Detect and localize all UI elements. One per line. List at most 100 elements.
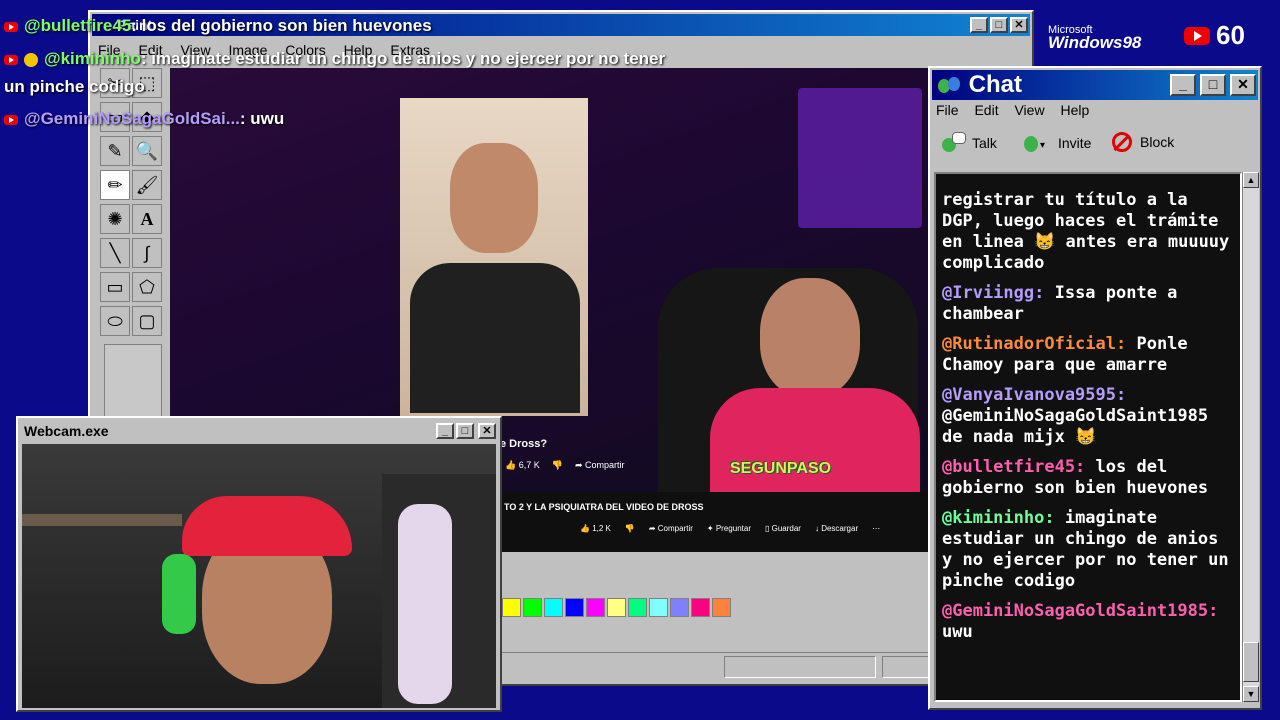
overlay-chat-line: @GeminiNoSagaGoldSai...: uwu (4, 109, 284, 129)
palette-swatch[interactable] (691, 598, 710, 617)
share-label-top: Compartir (585, 460, 625, 470)
palette-swatch[interactable] (628, 598, 647, 617)
talk-button[interactable]: Talk (940, 132, 997, 154)
line-tool-icon[interactable]: ╲ (100, 238, 130, 268)
chat-user: @RutinadorOficial: (942, 334, 1127, 354)
share-label: Compartir (657, 524, 693, 533)
chat-message: registrar tu título a la DGP, luego hace… (942, 190, 1234, 274)
palette-swatch[interactable] (565, 598, 584, 617)
block-button[interactable]: Block (1112, 132, 1174, 152)
invite-button[interactable]: ▾ Invite (1024, 132, 1091, 154)
palette-swatch[interactable] (607, 598, 626, 617)
chat-user: @bulletfire45: (942, 457, 1086, 477)
chat-menu-file[interactable]: File (936, 102, 959, 118)
video-title: TO 2 Y LA PSIQUIATRA DEL VIDEO DE DROSS (504, 502, 704, 512)
webcam-title: Webcam.exe (24, 423, 109, 439)
magnifier-icon[interactable]: 🔍 (132, 136, 162, 166)
maximize-button[interactable]: □ (1200, 74, 1226, 96)
brush-icon[interactable]: 🖌 (132, 170, 162, 200)
rounded-rect-tool-icon[interactable]: ▢ (132, 306, 162, 336)
palette-swatch[interactable] (544, 598, 563, 617)
overlay-text: un pinche codigo (4, 77, 145, 96)
youtube-live-icon (1184, 26, 1210, 45)
chat-window: Chat _ □ ✕ File Edit View Help Talk ▾ In… (928, 66, 1262, 710)
man-head (450, 143, 538, 253)
chat-user: @Irviingg: (942, 283, 1045, 303)
chat-menu-edit[interactable]: Edit (974, 102, 998, 118)
star-badge-icon (24, 52, 38, 67)
rectangle-tool-icon[interactable]: ▭ (100, 272, 130, 302)
palette-swatch[interactable] (712, 598, 731, 617)
chat-scrollbar[interactable]: ▲ ▼ (1242, 172, 1259, 702)
chat-menu-help[interactable]: Help (1060, 102, 1089, 118)
save-label: Guardar (771, 524, 801, 533)
block-icon (1112, 132, 1132, 152)
more-icon[interactable]: ⋯ (872, 524, 880, 533)
chat-text: @GeminiNoSagaGoldSaint1985 de nada mijx … (942, 406, 1209, 447)
viewer-count: 60 (1216, 20, 1245, 50)
overlay-chat-line: @kimininho: imaginate estudiar un chingo… (4, 49, 665, 69)
chat-titlebar[interactable]: Chat _ □ ✕ (932, 70, 1258, 100)
chat-messages-pane: registrar tu título a la DGP, luego hace… (934, 172, 1242, 702)
yt-action-row-top: 👍 6,7 K 👎 ➦ Compartir (505, 460, 625, 471)
like-button-top[interactable]: 👍 6,7 K (505, 460, 540, 471)
chat-menu-view[interactable]: View (1014, 102, 1044, 118)
share-button[interactable]: ➦ Compartir (649, 524, 693, 533)
talk-icon (940, 132, 966, 154)
minimize-button[interactable]: _ (970, 17, 988, 33)
scroll-up-arrow[interactable]: ▲ (1243, 172, 1259, 188)
overlay-text: : los del gobierno son bien huevones (131, 16, 432, 35)
chat-toolbar: Talk ▾ Invite Block (938, 132, 1254, 158)
scroll-down-arrow[interactable]: ▼ (1243, 686, 1259, 702)
palette-swatch[interactable] (502, 598, 521, 617)
like-count-top: 6,7 K (518, 460, 540, 470)
webcam-titlebar[interactable]: Webcam.exe _ □ ✕ (20, 420, 498, 442)
youtube-icon (4, 21, 18, 32)
download-label: Descargar (821, 524, 859, 533)
ask-label: Preguntar (715, 524, 751, 533)
palette-swatch[interactable] (523, 598, 542, 617)
maximize-button[interactable]: □ (456, 423, 474, 439)
dislike-icon-top[interactable]: 👎 (552, 460, 563, 471)
palette-swatch[interactable] (586, 598, 605, 617)
shelf-left (22, 514, 182, 526)
maximize-button[interactable]: □ (990, 17, 1008, 33)
ellipse-tool-icon[interactable]: ⬭ (100, 306, 130, 336)
chat-message: @bulletfire45: los del gobierno son bien… (942, 457, 1234, 499)
scroll-thumb[interactable] (1243, 642, 1259, 682)
webcam-window: Webcam.exe _ □ ✕ (16, 416, 502, 712)
video-question: e Dross? (500, 438, 548, 450)
like-button[interactable]: 👍 1,2 K (580, 524, 611, 533)
overlay-text: : imaginate estudiar un chingo de anios … (140, 49, 666, 68)
streamer-shirt (710, 388, 920, 498)
dislike-icon[interactable]: 👎 (625, 524, 635, 533)
minimize-button[interactable]: _ (436, 423, 454, 439)
palette-swatch[interactable] (670, 598, 689, 617)
pencil-icon[interactable]: ✏ (100, 170, 130, 200)
curve-tool-icon[interactable]: ∫ (132, 238, 162, 268)
ask-button[interactable]: ✦ Preguntar (707, 524, 751, 533)
chat-message: @GeminiNoSagaGoldSaint1985: uwu (942, 601, 1234, 643)
polygon-tool-icon[interactable]: ⬠ (132, 272, 162, 302)
overlay-chat-line: un pinche codigo (4, 77, 145, 97)
airbrush-icon[interactable]: ✺ (100, 204, 130, 234)
minimize-button[interactable]: _ (1170, 74, 1196, 96)
close-button[interactable]: ✕ (1010, 17, 1028, 33)
close-button[interactable]: ✕ (478, 423, 496, 439)
logo-os: Windows98 (1048, 33, 1142, 52)
overlay-chat-line: @bulletfire45: los del gobierno son bien… (4, 16, 432, 36)
youtube-icon (4, 114, 18, 125)
download-button[interactable]: ↓ Descargar (815, 524, 858, 533)
close-button[interactable]: ✕ (1230, 74, 1256, 96)
overlay-user: @bulletfire45 (24, 16, 132, 35)
save-button[interactable]: ▯ Guardar (765, 524, 801, 533)
green-headphones (162, 554, 196, 634)
text-tool-icon[interactable]: A (132, 204, 162, 234)
chat-title: Chat (968, 71, 1023, 98)
chat-text: uwu (942, 622, 973, 642)
palette-swatch[interactable] (649, 598, 668, 617)
share-button-top[interactable]: ➦ Compartir (575, 460, 625, 471)
eyedropper-icon[interactable]: ✎ (100, 136, 130, 166)
chat-user: @kimininho: (942, 508, 1055, 528)
overlay-text: : uwu (239, 109, 285, 128)
